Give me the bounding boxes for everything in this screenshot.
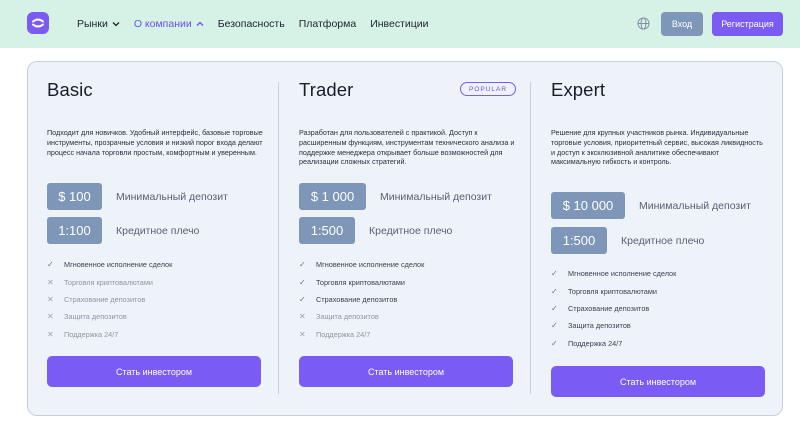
brand-logo-icon[interactable] [27,12,49,34]
feature-label: Защита депозитов [316,312,379,322]
nav-item-label: Рынки [77,18,108,30]
check-icon: ✓ [299,260,306,270]
check-icon: ✓ [299,277,306,287]
leverage-label: Кредитное плечо [369,224,453,237]
login-button[interactable]: Вход [661,12,703,36]
check-icon: ✓ [551,321,558,331]
nav-item-investments[interactable]: Инвестиции [370,18,428,30]
feature-label: Страхование депозитов [316,294,398,304]
column-divider [530,82,531,394]
plan-description: Подходит для новичков. Удобный интерфейс… [47,128,263,157]
feature-item: ✕ Торговля криптовалютами [47,273,172,290]
feature-label: Мгновенное исполнение сделок [316,260,425,270]
feature-label: Торговля криптовалютами [64,277,153,287]
cross-icon: ✕ [47,294,54,304]
feature-label: Поддержка 24/7 [568,338,623,348]
nav-item-label: Платформа [298,18,357,30]
feature-item: ✓ Мгновенное исполнение сделок [47,256,172,273]
main-nav: Рынки О компании Безопасность Платформа … [77,0,443,48]
nav-item-label: Инвестиции [370,18,429,30]
leverage-row: 1:500 Кредитное плечо [299,217,452,244]
nav-item-label: О компании [133,18,192,30]
plan-description: Разработан для пользователей с практикой… [299,128,515,167]
feature-list: ✓ Мгновенное исполнение сделок ✓ Торговля … [299,256,424,343]
popular-badge: POPULAR [460,82,517,96]
feature-label: Страхование депозитов [64,294,146,304]
min-deposit-value: $ 10 000 [551,192,625,219]
min-deposit-row: $ 10 000 Минимальный депозит [551,192,751,219]
feature-item: ✕ Поддержка 24/7 [47,326,172,343]
plan-title: Trader [299,79,354,100]
min-deposit-row: $ 100 Минимальный депозит [47,183,228,210]
globe-icon[interactable] [637,17,650,30]
nav-item-about[interactable]: О компании [134,18,204,30]
feature-label: Торговля криптовалютами [316,277,405,287]
cross-icon: ✕ [299,312,306,322]
cross-icon: ✕ [47,277,54,287]
min-deposit-label: Минимальный депозит [639,199,751,212]
feature-label: Страхование депозитов [568,303,650,313]
feature-label: Поддержка 24/7 [316,329,371,339]
plan-title: Basic [47,79,93,100]
feature-label: Защита депозитов [568,321,631,331]
check-icon: ✓ [551,303,558,313]
register-button[interactable]: Регистрация [712,12,783,36]
check-icon: ✓ [551,269,558,279]
feature-list: ✓ Мгновенное исполнение сделок ✓ Торговля … [551,265,676,352]
feature-item: ✓ Торговля криптовалютами [551,282,676,299]
feature-item: ✕ Страхование депозитов [47,291,172,308]
become-investor-button[interactable]: Стать инвестором [47,356,261,387]
logo-glyph-icon [32,18,44,28]
feature-list: ✓ Мгновенное исполнение сделок ✕ Торговля … [47,256,172,343]
check-icon: ✓ [551,286,558,296]
column-divider [278,82,279,394]
nav-item-platform[interactable]: Платформа [299,18,356,30]
feature-label: Мгновенное исполнение сделок [568,269,677,279]
cross-icon: ✕ [299,329,306,339]
nav-item-markets[interactable]: Рынки [77,18,120,30]
check-icon: ✓ [551,338,558,348]
feature-item: ✕ Защита депозитов [299,308,424,325]
chevron-up-icon [196,21,204,26]
feature-item: ✓ Поддержка 24/7 [551,335,676,352]
feature-label: Торговля криптовалютами [568,286,657,296]
leverage-label: Кредитное плечо [621,234,705,247]
leverage-label: Кредитное плечо [116,224,200,237]
leverage-value: 1:500 [551,227,607,254]
feature-item: ✓ Мгновенное исполнение сделок [299,256,424,273]
feature-label: Поддержка 24/7 [64,329,119,339]
leverage-value: 1:500 [299,217,355,244]
cross-icon: ✕ [47,329,54,339]
chevron-down-icon [112,22,120,27]
feature-item: ✓ Торговля криптовалютами [299,273,424,290]
feature-item: ✕ Поддержка 24/7 [299,326,424,343]
become-investor-button[interactable]: Стать инвестором [551,366,765,397]
leverage-row: 1:100 Кредитное плечо [47,217,199,244]
leverage-row: 1:500 Кредитное плечо [551,227,704,254]
top-navigation-bar: Рынки О компании Безопасность Платформа … [0,0,800,48]
feature-item: ✓ Страхование депозитов [299,291,424,308]
nav-item-security[interactable]: Безопасность [218,18,285,30]
check-icon: ✓ [299,294,306,304]
plan-title: Expert [551,79,606,100]
min-deposit-row: $ 1 000 Минимальный депозит [299,183,492,210]
plan-description: Решение для крупных участников рынка. Ин… [551,128,763,167]
leverage-value: 1:100 [47,217,102,244]
min-deposit-value: $ 100 [47,183,102,210]
min-deposit-label: Минимальный депозит [380,190,492,203]
min-deposit-value: $ 1 000 [299,183,366,210]
min-deposit-label: Минимальный депозит [116,190,228,203]
become-investor-button[interactable]: Стать инвестором [299,356,513,387]
cross-icon: ✕ [47,312,54,322]
feature-item: ✓ Страхование депозитов [551,300,676,317]
check-icon: ✓ [47,260,54,270]
feature-item: ✓ Защита депозитов [551,317,676,334]
feature-label: Мгновенное исполнение сделок [64,260,173,270]
nav-item-label: Безопасность [217,18,285,30]
feature-label: Защита депозитов [64,312,127,322]
feature-item: ✓ Мгновенное исполнение сделок [551,265,676,282]
feature-item: ✕ Защита депозитов [47,308,172,325]
